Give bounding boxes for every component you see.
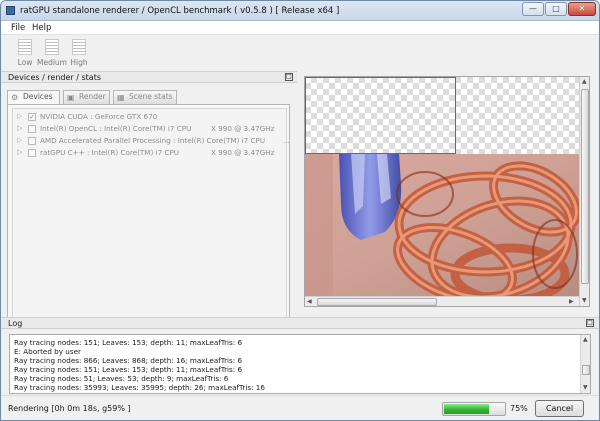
device-name: NVIDIA CUDA : GeForce GTX 670	[40, 112, 158, 121]
devices-tabs: ⚙ Devices ▣ Render ▦ Scene stats	[7, 90, 307, 105]
device-checkbox[interactable]	[28, 125, 36, 133]
log-output[interactable]: Ray tracing nodes: 151; Leaves: 153; dep…	[9, 334, 591, 394]
medium-label: Medium	[37, 58, 67, 67]
render-viewport[interactable]: ▲ ▼ ◀ ▶	[304, 76, 590, 307]
render-vertical-scrollbar[interactable]: ▲ ▼	[579, 77, 589, 306]
menu-file[interactable]: File	[11, 23, 25, 33]
scene-icon: ▦	[117, 93, 125, 102]
render-icon: ▣	[67, 93, 75, 102]
low-label: Low	[17, 58, 33, 67]
window-title: ratGPU standalone renderer / OpenCL benc…	[20, 6, 340, 16]
scroll-up-icon[interactable]: ▲	[582, 78, 587, 85]
devices-tab-body: ▷ ✓ NVIDIA CUDA : GeForce GTX 670 ▷ Inte…	[7, 104, 290, 324]
device-clock: ...	[283, 136, 290, 145]
tab-devices[interactable]: ⚙ Devices	[7, 90, 60, 105]
log-line: Ray tracing nodes: 51; Leaves: 53; depth…	[14, 374, 229, 383]
scroll-down-icon[interactable]: ▼	[583, 384, 588, 391]
render-progress-bar	[442, 402, 506, 416]
device-checkbox[interactable]	[28, 149, 36, 157]
scroll-up-icon[interactable]: ▲	[583, 336, 588, 343]
render-horizontal-thumb[interactable]	[317, 298, 437, 306]
high-quality-button[interactable]: High	[64, 38, 94, 68]
log-line: Ray tracing nodes: 866; Leaves: 868; dep…	[14, 356, 243, 365]
undock-icon[interactable]: □	[285, 73, 293, 81]
expand-arrow-icon[interactable]: ▷	[17, 148, 22, 156]
document-icon	[72, 39, 86, 55]
low-quality-button[interactable]: Low	[10, 38, 40, 68]
render-image	[305, 154, 579, 297]
tab-devices-label: Devices	[23, 92, 53, 101]
expand-arrow-icon[interactable]: ▷	[17, 112, 22, 120]
tab-scene-label: Scene stats	[129, 92, 173, 101]
device-row[interactable]: ▷ ratGPU C++ : Intel(R) Core(TM) i7 CPU …	[17, 148, 287, 159]
log-panel-header: Log □	[1, 317, 599, 329]
devices-panel-title: Devices / render / stats	[8, 73, 101, 82]
device-row[interactable]: ▷ AMD Accelerated Parallel Processing : …	[17, 136, 290, 147]
render-horizontal-scrollbar[interactable]: ◀ ▶	[305, 296, 579, 306]
tab-render[interactable]: ▣ Render	[63, 90, 110, 104]
log-scrollbar[interactable]: ▲ ▼	[580, 335, 590, 393]
client-area: File Help Low Medium High Devices / rend…	[1, 21, 599, 420]
document-icon	[45, 39, 59, 55]
log-panel-title: Log	[8, 319, 23, 328]
menu-bar: File Help	[1, 21, 599, 35]
device-list: ▷ ✓ NVIDIA CUDA : GeForce GTX 670 ▷ Inte…	[12, 108, 290, 320]
cancel-button[interactable]: Cancel	[535, 400, 584, 417]
progress-fill	[444, 404, 489, 414]
menu-help[interactable]: Help	[32, 23, 51, 33]
devices-icon: ⚙	[11, 93, 19, 102]
device-name: ratGPU C++ : Intel(R) Core(TM) i7 CPU	[40, 148, 180, 157]
device-row[interactable]: ▷ Intel(R) OpenCL : Intel(R) Core(TM) i7…	[17, 124, 287, 135]
log-scroll-thumb[interactable]	[582, 365, 590, 375]
device-name: AMD Accelerated Parallel Processing : In…	[40, 136, 266, 145]
scroll-down-icon[interactable]: ▼	[582, 297, 587, 304]
quality-toolbar: Low Medium High	[1, 36, 599, 69]
log-line: Ray tracing nodes: 151; Leaves: 153; dep…	[14, 365, 243, 374]
tab-render-label: Render	[79, 92, 106, 101]
device-checkbox[interactable]	[28, 137, 36, 145]
device-name: Intel(R) OpenCL : Intel(R) Core(TM) i7 C…	[40, 124, 192, 133]
rendered-scene	[305, 154, 579, 297]
progress-percent: 75%	[510, 404, 528, 413]
render-tile-outline	[305, 77, 456, 154]
device-clock: X 990 @ 3.47GHz	[211, 148, 275, 157]
device-checkbox[interactable]: ✓	[28, 113, 36, 121]
title-bar[interactable]: ratGPU standalone renderer / OpenCL benc…	[1, 1, 599, 21]
high-label: High	[70, 58, 88, 67]
minimize-button[interactable]: —	[522, 2, 544, 16]
device-clock: X 990 @ 3.47GHz	[211, 124, 275, 133]
medium-quality-button[interactable]: Medium	[37, 38, 67, 68]
render-vertical-thumb[interactable]	[581, 89, 589, 284]
device-row[interactable]: ▷ ✓ NVIDIA CUDA : GeForce GTX 670	[17, 112, 287, 123]
tab-scene-stats[interactable]: ▦ Scene stats	[113, 90, 177, 104]
scroll-left-icon[interactable]: ◀	[307, 298, 312, 305]
app-window: ratGPU standalone renderer / OpenCL benc…	[0, 0, 600, 421]
maximize-button[interactable]: □	[545, 2, 567, 16]
status-bar: Rendering [0h 0m 18s, g59% ] 75% Cancel	[1, 395, 599, 420]
devices-panel-header: Devices / render / stats □	[1, 71, 297, 83]
expand-arrow-icon[interactable]: ▷	[17, 124, 22, 132]
log-line: Ray tracing nodes: 151; Leaves: 153; dep…	[14, 338, 243, 347]
log-line: Ray tracing nodes: 35993; Leaves: 35995;…	[14, 383, 265, 392]
close-button[interactable]: ✕	[568, 2, 596, 16]
expand-arrow-icon[interactable]: ▷	[17, 136, 22, 144]
log-line: E: Aborted by user	[14, 347, 81, 356]
undock-icon[interactable]: □	[586, 319, 594, 327]
document-icon	[18, 39, 32, 55]
app-icon	[6, 6, 15, 15]
scroll-right-icon[interactable]: ▶	[569, 298, 574, 305]
render-status: Rendering [0h 0m 18s, g59% ]	[8, 404, 131, 413]
